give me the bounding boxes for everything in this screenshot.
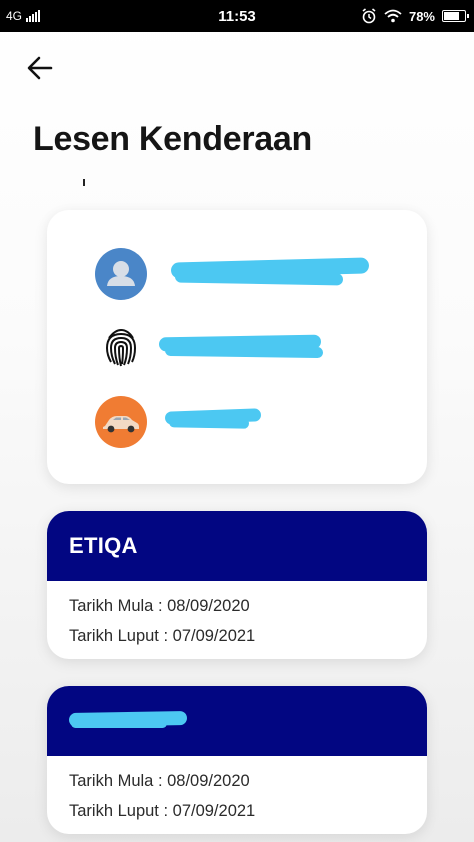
- redaction-mark: [71, 719, 167, 728]
- user-avatar-icon: [95, 248, 147, 300]
- insurance-end-date: Tarikh Luput : 07/09/2021: [69, 802, 256, 820]
- battery-icon: [442, 10, 469, 22]
- page-title: Lesen Kenderaan: [33, 120, 312, 158]
- insurance-company: ETIQA: [69, 533, 138, 558]
- wifi-icon: [384, 9, 402, 23]
- profile-row-name: [47, 244, 427, 304]
- alarm-icon: [362, 8, 376, 24]
- status-icons: 78%: [361, 8, 469, 24]
- insurance-card[interactable]: ETIQA Tarikh Mula : 08/09/2020 Tarikh Lu…: [47, 511, 427, 659]
- insurance-card-header: ETIQA: [47, 511, 427, 581]
- status-bar: 4G 11:53 78%: [0, 0, 474, 32]
- insurance-card[interactable]: Tarikh Mula : 08/09/2020 Tarikh Luput : …: [47, 686, 427, 834]
- insurance-start-date: Tarikh Mula : 08/09/2020: [69, 597, 250, 615]
- profile-row-vehicle: [47, 392, 427, 452]
- back-button[interactable]: [24, 52, 60, 84]
- car-icon: [95, 396, 147, 448]
- redaction-mark: [168, 417, 250, 429]
- insurance-card-header: [47, 686, 427, 756]
- title-divider: [83, 179, 85, 186]
- insurance-end-date: Tarikh Luput : 07/09/2021: [69, 627, 256, 645]
- battery-percent: 78%: [408, 8, 435, 24]
- profile-row-ic: [47, 318, 427, 378]
- redaction-mark: [174, 270, 344, 286]
- profile-card: [47, 210, 427, 484]
- insurance-start-date: Tarikh Mula : 08/09/2020: [69, 772, 250, 790]
- fingerprint-icon: [105, 328, 137, 367]
- redaction-mark: [164, 344, 324, 359]
- arrow-left-icon: [27, 56, 53, 80]
